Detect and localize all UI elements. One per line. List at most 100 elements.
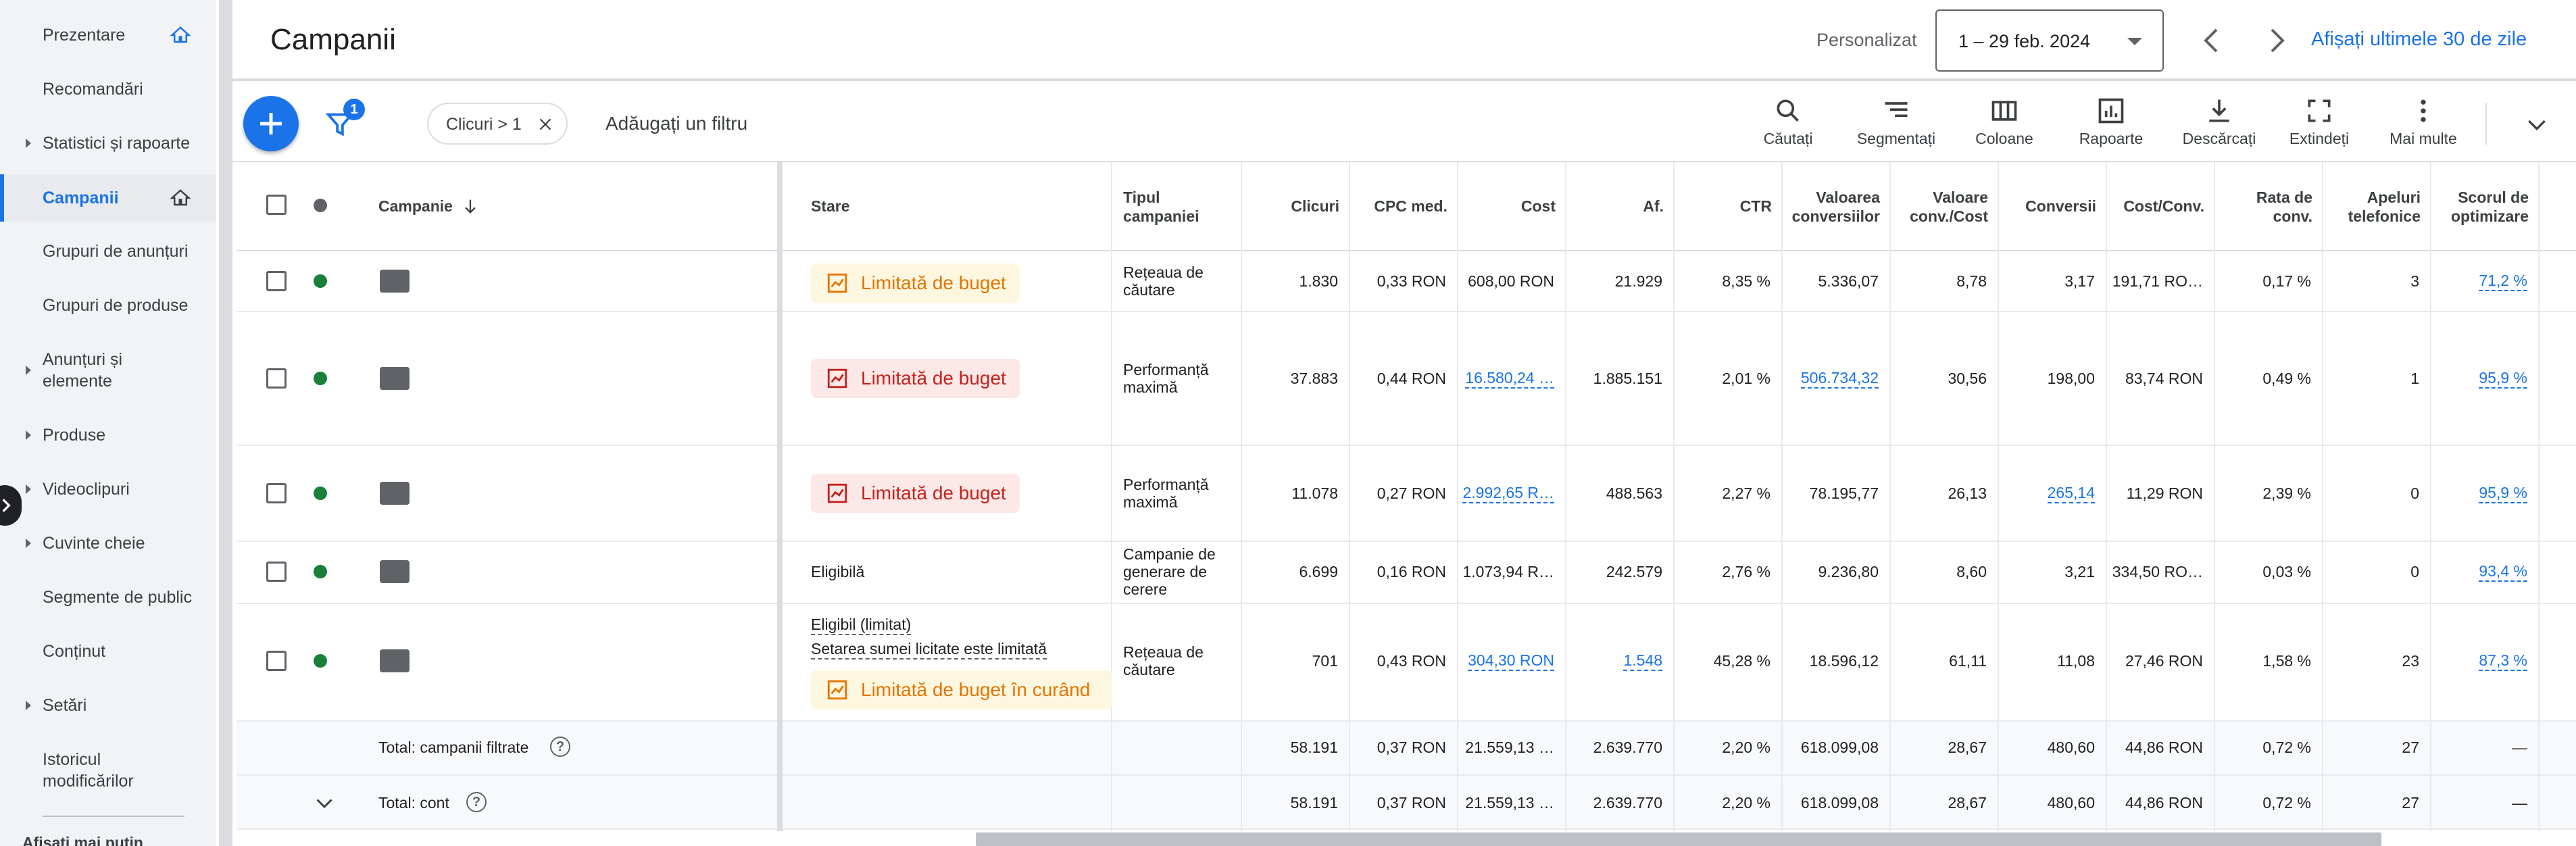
sidebar-item-grupuri-produse[interactable]: Grupuri de produse xyxy=(0,285,216,326)
chevron-left-icon[interactable] xyxy=(2196,24,2229,57)
cell-opt-score[interactable]: 95,9 % xyxy=(2430,480,2527,507)
total-conv-value-cost: 28,67 xyxy=(1948,793,1987,812)
opt-score-link[interactable]: 95,9 % xyxy=(2479,484,2527,503)
status-line[interactable]: Setarea sumei licitate este limitată xyxy=(811,640,1047,660)
col-header-status[interactable]: Stare xyxy=(811,189,850,223)
tool-label: Mai multe xyxy=(2389,130,2457,147)
col-header-conv-value[interactable]: Valoarea conversiilor xyxy=(1781,185,1880,228)
sidebar-item-label: Cuvinte cheie xyxy=(43,534,145,553)
impr-link[interactable]: 1.548 xyxy=(1623,651,1662,671)
conversions-link[interactable]: 265,14 xyxy=(2047,484,2095,503)
cell-opt-score[interactable]: 95,9 % xyxy=(2430,365,2527,392)
status-badge: Limitată de buget xyxy=(811,264,1020,303)
sidebar-item-videoclipuri[interactable]: Videoclipuri xyxy=(0,469,216,509)
col-header-conv-value-cost[interactable]: Valoare conv./Cost xyxy=(1889,185,1988,228)
opt-score-link[interactable]: 93,4 % xyxy=(2479,562,2527,582)
cell-impr[interactable]: 1.548 xyxy=(1565,647,1662,674)
date-range-picker[interactable]: 1 – 29 feb. 2024 xyxy=(1935,9,2164,72)
show-last-30-days-link[interactable]: Afișați ultimele 30 de zile xyxy=(2311,28,2527,51)
col-header-cpc[interactable]: CPC med. xyxy=(1349,189,1447,223)
cost-link[interactable]: 304,30 RON xyxy=(1468,651,1554,671)
col-header-impr[interactable]: Af. xyxy=(1565,189,1664,223)
col-header-opt-score[interactable]: Scorul de optimizare xyxy=(2430,185,2529,228)
col-header-ctr[interactable]: CTR xyxy=(1673,189,1772,223)
sidebar-item-anunturi-elemente[interactable]: Anunțuri și elemente xyxy=(0,345,216,396)
help-icon[interactable]: ? xyxy=(466,792,487,812)
opt-score-link[interactable]: 71,2 % xyxy=(2479,272,2527,291)
col-header-clicks[interactable]: Clicuri xyxy=(1241,189,1339,223)
total-opt-score: — xyxy=(2512,793,2527,812)
row-checkbox[interactable] xyxy=(266,483,287,503)
cell-opt-score[interactable]: 87,3 % xyxy=(2430,647,2527,674)
opt-score-link[interactable]: 87,3 % xyxy=(2479,651,2527,671)
add-button[interactable] xyxy=(243,96,299,151)
chevron-down-icon[interactable] xyxy=(2523,111,2550,138)
sidebar-item-recomandari[interactable]: Recomandări xyxy=(0,69,216,109)
chevron-right-icon[interactable] xyxy=(2260,24,2292,57)
column-divider xyxy=(1111,162,1112,831)
conv-value-link[interactable]: 506.734,32 xyxy=(1800,369,1879,389)
cell-opt-score[interactable]: 71,2 % xyxy=(2430,268,2527,295)
sidebar-item-campanii[interactable]: Campanii xyxy=(0,174,216,222)
more-button[interactable]: Mai multe xyxy=(2369,96,2477,150)
status-badge-label: Limitată de buget în curând xyxy=(861,679,1091,700)
filter-chip-clicks[interactable]: Clicuri > 1 xyxy=(427,103,568,145)
row-checkbox[interactable] xyxy=(266,562,287,582)
add-filter-button[interactable]: Adăugați un filtru xyxy=(605,113,747,134)
sidebar-item-label: Produse xyxy=(43,426,106,445)
fullscreen-button[interactable]: Extindeți xyxy=(2265,96,2373,150)
cell-conversions[interactable]: 265,14 xyxy=(1998,480,2095,507)
sidebar-item-prezentare[interactable]: Prezentare xyxy=(0,15,216,55)
total-clicks: 58.191 xyxy=(1290,738,1338,756)
columns-button[interactable]: Coloane xyxy=(1950,96,2058,150)
sidebar-item-produse[interactable]: Produse xyxy=(0,415,216,455)
opt-score-link[interactable]: 95,9 % xyxy=(2479,369,2527,389)
sidebar-scrollbar[interactable] xyxy=(219,0,232,846)
row-checkbox[interactable] xyxy=(266,368,287,389)
col-header-cost[interactable]: Cost xyxy=(1457,189,1556,223)
sidebar-item-cuvinte-cheie[interactable]: Cuvinte cheie xyxy=(0,523,216,564)
cell-conv-value[interactable]: 506.734,32 xyxy=(1781,365,1879,392)
status-line[interactable]: Eligibil (limitat) xyxy=(811,616,912,635)
chevron-down-icon[interactable] xyxy=(312,791,337,815)
segment-button[interactable]: Segmentați xyxy=(1842,96,1950,150)
chevron-right-icon xyxy=(26,701,31,710)
cell-opt-score[interactable]: 93,4 % xyxy=(2430,558,2527,585)
total-impr: 2.639.770 xyxy=(1593,793,1662,812)
sidebar-item-setari[interactable]: Setări xyxy=(0,685,216,726)
cell-clicks: 1.830 xyxy=(1299,272,1338,290)
performance-max-icon xyxy=(380,367,410,390)
sidebar-item-grupuri-anunturi[interactable]: Grupuri de anunțuri xyxy=(0,231,216,272)
row-checkbox[interactable] xyxy=(266,651,287,671)
chevron-right-icon xyxy=(2,499,11,512)
status-badge-label: Limitată de buget xyxy=(861,272,1006,293)
reports-button[interactable]: Rapoarte xyxy=(2057,96,2165,150)
sidebar-show-less[interactable]: Afișați mai puțin xyxy=(22,834,143,846)
sidebar-item-label: Anunțuri și elemente xyxy=(43,350,123,391)
col-header-cost-conv[interactable]: Cost/Conv. xyxy=(2106,189,2204,223)
cost-link[interactable]: 2.992,65 R… xyxy=(1462,484,1554,503)
close-icon[interactable] xyxy=(537,116,554,133)
search-button[interactable]: Căutați xyxy=(1734,96,1842,150)
cost-link[interactable]: 16.580,24 … xyxy=(1465,369,1554,389)
help-icon[interactable]: ? xyxy=(550,737,570,757)
sidebar-item-label: Segmente de public xyxy=(43,588,192,607)
download-button[interactable]: Descărcați xyxy=(2165,96,2273,150)
cell-cost[interactable]: 304,30 RON xyxy=(1457,647,1554,674)
cell-cost[interactable]: 16.580,24 … xyxy=(1457,365,1554,392)
sidebar-item-segmente-public[interactable]: Segmente de public xyxy=(0,577,216,618)
sidebar-item-istoric[interactable]: Istoricul modificărilor xyxy=(0,745,216,796)
col-header-conv-rate[interactable]: Rata de conv. xyxy=(2214,185,2312,228)
row-checkbox[interactable] xyxy=(266,271,287,291)
col-header-conversions[interactable]: Conversii xyxy=(1998,189,2096,223)
col-header-calls[interactable]: Apeluri telefonice xyxy=(2322,185,2421,228)
table-horizontal-scrollbar[interactable] xyxy=(976,832,2381,846)
col-header-campaign[interactable]: Campanie xyxy=(378,189,480,223)
select-all-checkbox[interactable] xyxy=(266,195,287,215)
col-header-type[interactable]: Tipul campaniei xyxy=(1123,185,1224,228)
sidebar-item-statistici[interactable]: Statistici și rapoarte xyxy=(0,123,216,164)
tool-label: Rapoarte xyxy=(2079,130,2144,147)
sidebar-item-continut[interactable]: Conținut xyxy=(0,631,216,672)
cell-cost[interactable]: 2.992,65 R… xyxy=(1457,480,1554,507)
frozen-column-separator[interactable] xyxy=(777,162,783,831)
